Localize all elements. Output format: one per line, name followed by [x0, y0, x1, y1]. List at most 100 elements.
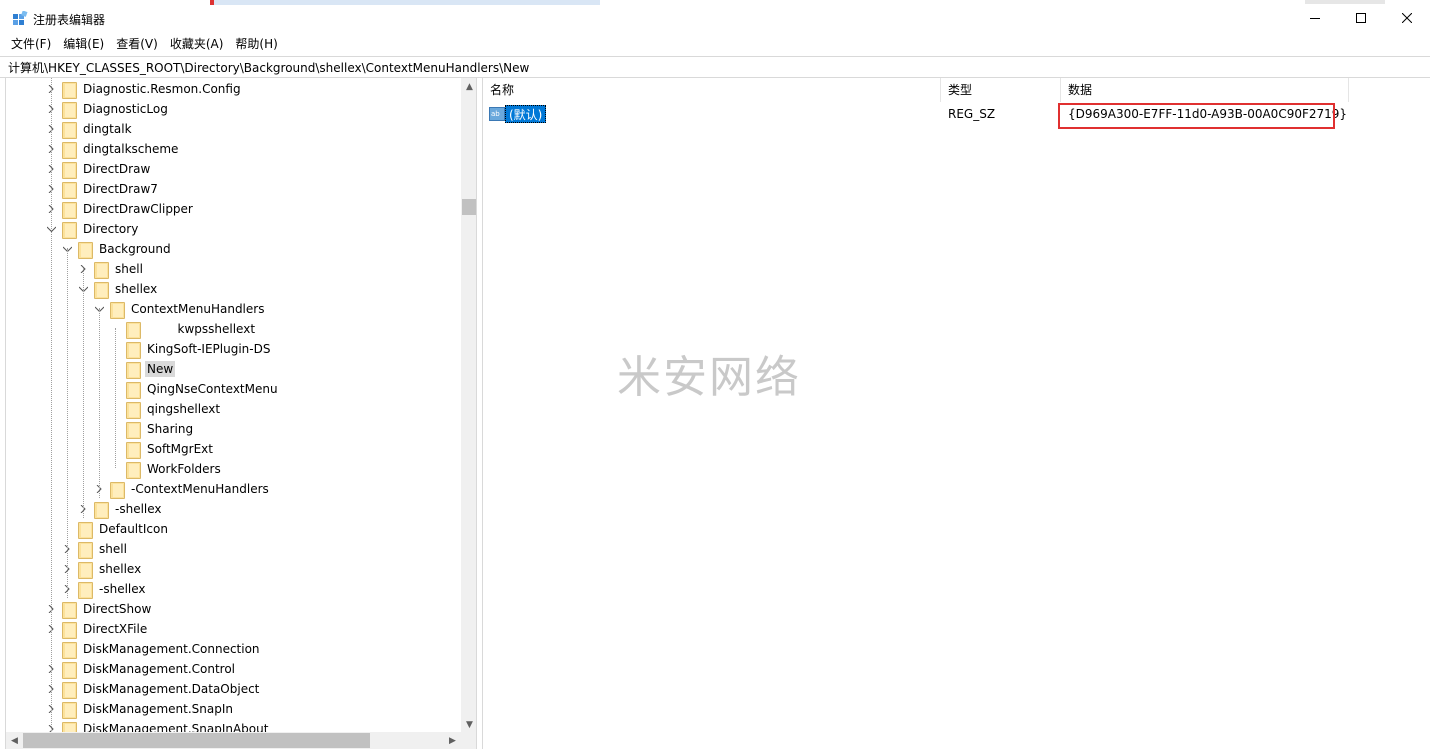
tree-item[interactable]: DirectDraw7: [44, 179, 160, 199]
column-type-header[interactable]: 类型: [941, 78, 1061, 102]
scroll-right-icon[interactable]: ▶: [444, 732, 461, 749]
tree-item-label: DiskManagement.SnapIn: [83, 702, 233, 716]
tree-item-label: shellex: [115, 282, 158, 296]
background-window-tab: [210, 0, 600, 5]
tree-item[interactable]: Directory: [44, 219, 140, 239]
folder-icon: [61, 161, 77, 179]
tree-guide-line: [115, 328, 116, 468]
folder-icon: [61, 641, 77, 659]
scroll-up-icon[interactable]: ▲: [461, 78, 476, 95]
tree-horizontal-scrollbar[interactable]: ◀ ▶: [6, 732, 476, 749]
tree-item-label: DiskManagement.Connection: [83, 642, 260, 656]
folder-icon: [61, 81, 77, 99]
tree-item[interactable]: shellex: [60, 559, 143, 579]
tree-item[interactable]: DiskManagement.DataObject: [44, 679, 261, 699]
tree-hscroll-thumb[interactable]: [23, 733, 370, 748]
minimize-button[interactable]: [1292, 0, 1338, 36]
tree-item[interactable]: -shellex: [76, 499, 164, 519]
tree-item[interactable]: DirectDrawClipper: [44, 199, 195, 219]
folder-icon: [77, 241, 93, 259]
values-list-pane: 名称 类型 数据 ab (默认) REG_SZ {D969A300-E7FF-1…: [482, 78, 1430, 749]
close-button[interactable]: [1384, 0, 1430, 36]
tree-item[interactable]: Diagnostic.Resmon.Config: [44, 79, 243, 99]
tree-item[interactable]: DiskManagement.Control: [44, 659, 237, 679]
tree-item-label: KingSoft-IEPlugin-DS: [147, 342, 271, 356]
tree-item[interactable]: Background: [60, 239, 173, 259]
folder-icon: [61, 121, 77, 139]
menu-bar: 文件(F) 编辑(E) 查看(V) 收藏夹(A) 帮助(H): [0, 36, 284, 55]
folder-icon: [93, 501, 109, 519]
tree-item-label: DirectDrawClipper: [83, 202, 193, 216]
menu-view[interactable]: 查看(V): [110, 36, 164, 55]
tree-vscroll-thumb[interactable]: [462, 199, 476, 215]
folder-icon: [109, 301, 125, 319]
tree-item[interactable]: QingNseContextMenu: [108, 379, 280, 399]
tree-item[interactable]: DefaultIcon: [60, 519, 170, 539]
tree-item[interactable]: ContextMenuHandlers: [92, 299, 266, 319]
folder-icon: [61, 701, 77, 719]
tree-item[interactable]: dingtalk: [44, 119, 134, 139]
tree-item-label: DiagnosticLog: [83, 102, 168, 116]
menu-help[interactable]: 帮助(H): [229, 36, 283, 55]
folder-icon: [125, 421, 141, 439]
address-bar: [0, 56, 1430, 78]
folder-icon: [125, 341, 141, 359]
tree-item[interactable]: DiskManagement.Connection: [44, 639, 262, 659]
tree-item-label: -shellex: [99, 582, 146, 596]
menu-file[interactable]: 文件(F): [0, 36, 57, 55]
folder-icon: [61, 681, 77, 699]
tree-item-label: DirectDraw7: [83, 182, 158, 196]
folder-icon: [61, 141, 77, 159]
tree-item[interactable]: shell: [60, 539, 129, 559]
folder-icon: [93, 261, 109, 279]
key-tree-pane: Diagnostic.Resmon.Config DiagnosticLog din…: [5, 78, 477, 749]
tree-item-label: QingNseContextMenu: [147, 382, 278, 396]
column-data-header[interactable]: 数据: [1061, 78, 1349, 102]
tree-item[interactable]: -ContextMenuHandlers: [92, 479, 271, 499]
tree-item[interactable]: KingSoft-IEPlugin-DS: [108, 339, 272, 359]
tree-item[interactable]: shell: [76, 259, 145, 279]
maximize-button[interactable]: [1338, 0, 1384, 36]
tree-item[interactable]: Sharing: [108, 419, 195, 439]
tree-item[interactable]: DiskManagement.SnapIn: [44, 699, 235, 719]
tree-item[interactable]: DirectXFile: [44, 619, 149, 639]
tree-item[interactable]: shellex: [76, 279, 159, 299]
folder-icon: [77, 561, 93, 579]
window-title: 注册表编辑器: [33, 13, 106, 27]
list-header: 名称 类型 数据: [483, 78, 1430, 102]
tree-item-label: DirectXFile: [83, 622, 148, 636]
tree-item[interactable]: DirectDraw: [44, 159, 152, 179]
tree-item[interactable]: SoftMgrExt: [108, 439, 215, 459]
tree-item[interactable]: kwpsshellext: [108, 319, 257, 339]
maximize-icon: [1356, 13, 1366, 23]
tree-item[interactable]: New: [108, 359, 176, 379]
tree-item[interactable]: qingshellext: [108, 399, 222, 419]
folder-icon: [125, 461, 141, 479]
folder-icon: [61, 621, 77, 639]
tree-guide-line: [67, 248, 68, 598]
data-highlight-box: [1058, 103, 1335, 129]
menu-favorites[interactable]: 收藏夹(A): [164, 36, 230, 55]
column-name-header[interactable]: 名称: [483, 78, 941, 102]
tree-item[interactable]: DiagnosticLog: [44, 99, 170, 119]
tree-guide-line: [83, 268, 84, 518]
tree-item[interactable]: -shellex: [60, 579, 148, 599]
tree-item-label: dingtalk: [83, 122, 132, 136]
tree-item-label: Diagnostic.Resmon.Config: [83, 82, 241, 96]
tree-item[interactable]: WorkFolders: [108, 459, 223, 479]
tree-vertical-scrollbar[interactable]: ▲ ▼: [461, 78, 476, 733]
tree-item[interactable]: dingtalkscheme: [44, 139, 180, 159]
menu-edit[interactable]: 编辑(E): [57, 36, 110, 55]
tree-item[interactable]: DiskManagement.SnapInAbout: [44, 719, 270, 733]
window-controls: [1292, 0, 1430, 36]
value-name[interactable]: (默认): [505, 105, 547, 123]
tree-item[interactable]: DirectShow: [44, 599, 153, 619]
scroll-left-icon[interactable]: ◀: [6, 732, 23, 749]
folder-icon: [93, 281, 109, 299]
scroll-down-icon[interactable]: ▼: [461, 716, 476, 733]
tree-item-label: DefaultIcon: [99, 522, 168, 536]
string-value-icon: ab: [489, 107, 505, 121]
tree-item-label: dingtalkscheme: [83, 142, 179, 156]
tree-item-label: Sharing: [147, 422, 194, 436]
address-input[interactable]: [8, 59, 1408, 75]
